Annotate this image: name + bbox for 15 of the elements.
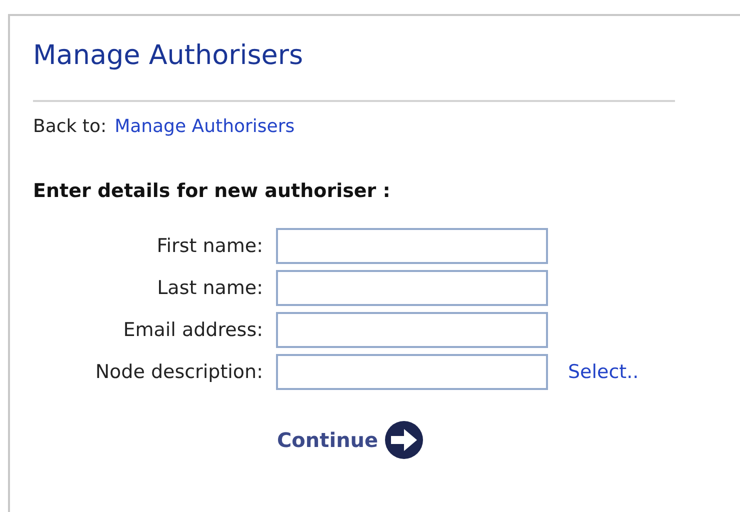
input-field[interactable] xyxy=(276,312,548,348)
field-label: Last name: xyxy=(157,276,263,301)
continue-button[interactable]: Continue xyxy=(277,420,424,460)
page-title: Manage Authorisers xyxy=(33,39,304,73)
back-label: Back to: xyxy=(33,115,107,139)
input-field[interactable] xyxy=(276,270,548,306)
select-link[interactable]: Select.. xyxy=(568,358,639,386)
field-label: Node description: xyxy=(95,360,263,385)
back-link[interactable]: Manage Authorisers xyxy=(114,114,295,140)
field-label: First name: xyxy=(156,234,263,259)
arrow-right-icon xyxy=(384,420,424,460)
field-label: Email address: xyxy=(123,318,263,343)
input-field[interactable] xyxy=(276,228,548,264)
input-field[interactable] xyxy=(276,354,548,390)
form-heading: Enter details for new authoriser : xyxy=(33,179,390,204)
